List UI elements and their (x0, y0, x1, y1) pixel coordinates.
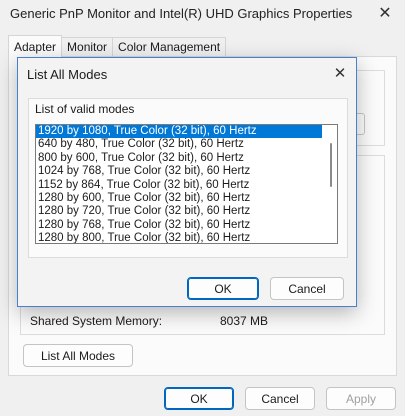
mode-list-item[interactable]: 1280 by 768, True Color (32 bit), 60 Her… (36, 219, 322, 232)
tab-adapter[interactable]: Adapter (8, 35, 63, 57)
mode-list-item[interactable]: 1280 by 720, True Color (32 bit), 60 Her… (36, 205, 322, 218)
mode-list-item[interactable]: 800 by 600, True Color (32 bit), 60 Hert… (36, 152, 322, 165)
mode-list-item[interactable]: 1920 by 1080, True Color (32 bit), 60 He… (36, 125, 322, 139)
dialog-ok-button[interactable]: OK (187, 277, 259, 300)
window-cancel-button[interactable]: Cancel (245, 387, 315, 410)
valid-modes-label: List of valid modes (35, 102, 135, 116)
mode-list-item[interactable]: 1280 by 600, True Color (32 bit), 60 Her… (36, 192, 322, 205)
mode-list-item[interactable]: 1024 by 768, True Color (32 bit), 60 Her… (36, 165, 322, 178)
modes-list: 1920 by 1080, True Color (32 bit), 60 He… (36, 125, 337, 243)
tab-bar: Adapter Monitor Color Management (8, 35, 227, 57)
dialog-title: List All Modes (27, 67, 108, 82)
shared-memory-value: 8037 MB (220, 314, 269, 328)
modes-listbox[interactable]: 1920 by 1080, True Color (32 bit), 60 He… (35, 124, 338, 244)
mode-list-item[interactable]: 1280 by 800, True Color (32 bit), 60 Her… (36, 232, 322, 243)
mode-list-item[interactable]: 640 by 480, True Color (32 bit), 60 Hert… (36, 138, 322, 151)
tab-monitor[interactable]: Monitor (61, 37, 114, 57)
valid-modes-group: List of valid modes 1920 by 1080, True C… (28, 98, 348, 258)
tab-color-management[interactable]: Color Management (112, 37, 227, 57)
list-all-modes-button[interactable]: List All Modes (23, 344, 133, 367)
window-ok-button[interactable]: OK (164, 387, 234, 410)
shared-memory-label: Shared System Memory: (30, 314, 163, 328)
dialog-close-icon[interactable]: ✕ (328, 62, 352, 84)
mode-list-item[interactable]: 1152 by 864, True Color (32 bit), 60 Her… (36, 179, 322, 192)
vertical-scrollbar[interactable] (325, 125, 337, 243)
window-apply-button[interactable]: Apply (326, 387, 396, 410)
window-close-icon[interactable]: ✕ (373, 2, 397, 24)
window-title: Generic PnP Monitor and Intel(R) UHD Gra… (10, 6, 353, 21)
scrollbar-thumb[interactable] (330, 143, 332, 187)
list-all-modes-dialog: List All Modes ✕ List of valid modes 192… (17, 57, 357, 307)
dialog-cancel-button[interactable]: Cancel (270, 277, 344, 300)
